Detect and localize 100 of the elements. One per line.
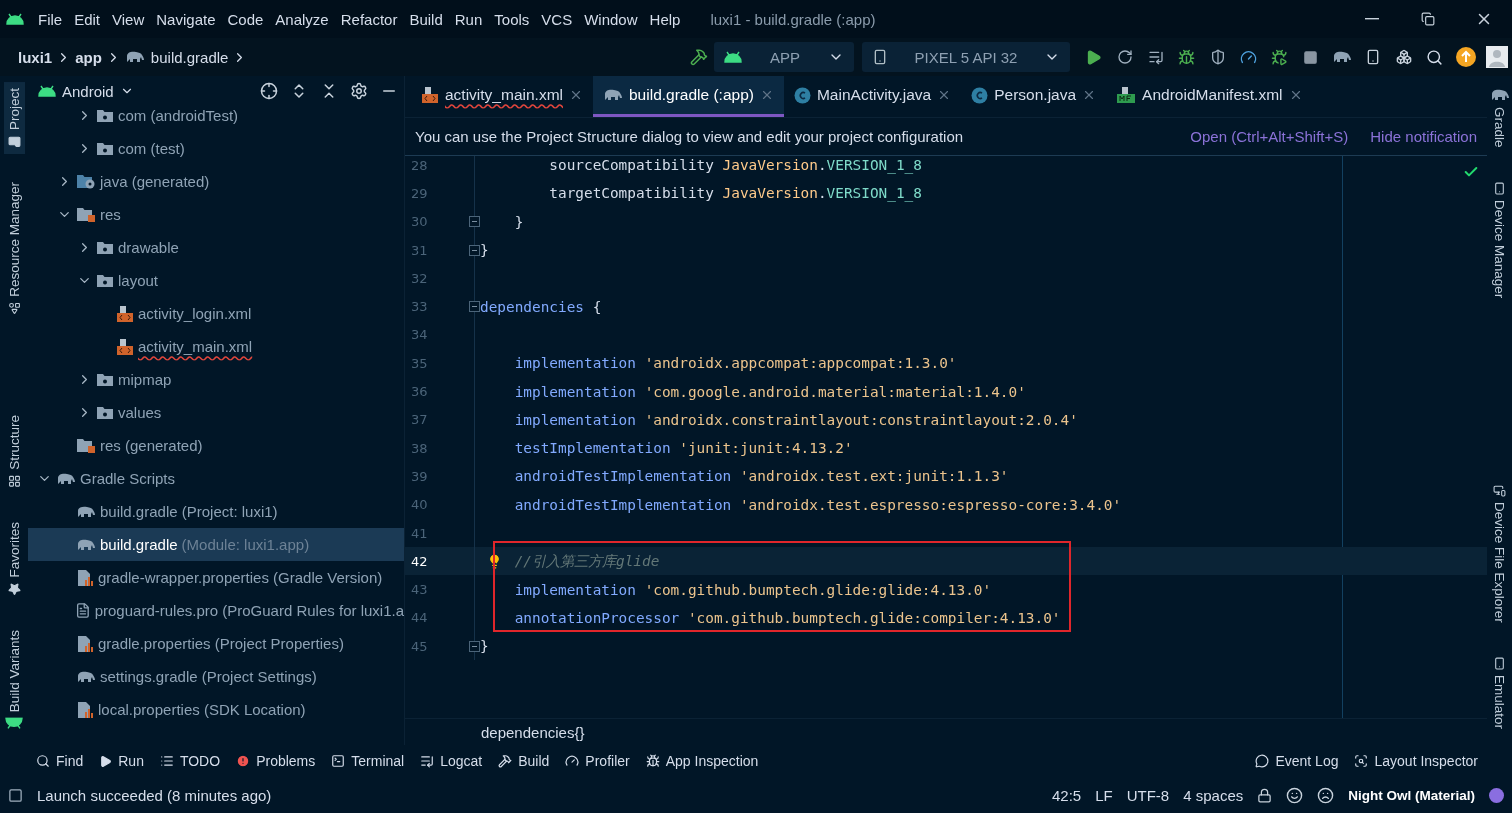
lock-icon[interactable] — [1257, 787, 1273, 803]
tree-item[interactable]: res — [28, 198, 404, 231]
breadcrumb[interactable]: build.gradle — [124, 48, 229, 66]
tree-item[interactable]: res (generated) — [28, 429, 404, 462]
tool-window-button[interactable]: Layout Inspector — [1354, 753, 1478, 769]
menu-item[interactable]: Window — [578, 10, 644, 28]
tree-item[interactable]: layout — [28, 264, 404, 297]
tool-window-tab[interactable]: Favorites — [3, 516, 25, 602]
tree-item[interactable]: java (generated) — [28, 165, 404, 198]
tool-window-tab[interactable]: Resource Manager — [3, 176, 25, 321]
menu-item[interactable]: Help — [643, 10, 687, 28]
tree-item[interactable]: Gradle Scripts — [28, 462, 404, 495]
theme-name[interactable]: Night Owl (Material) — [1348, 787, 1475, 803]
run-configuration-dropdown[interactable]: APP — [714, 42, 854, 72]
fold-marker-icon[interactable] — [469, 216, 480, 228]
tree-item[interactable]: values — [28, 396, 404, 429]
gauge-icon[interactable] — [1240, 48, 1257, 66]
tree-item[interactable]: build.gradle (Project: luxi1) — [28, 495, 404, 528]
file-encoding[interactable]: UTF-8 — [1126, 786, 1170, 804]
frown-icon[interactable] — [1317, 786, 1335, 804]
menu-item[interactable]: Refactor — [334, 10, 404, 28]
tool-window-button[interactable]: App Inspection — [645, 753, 759, 769]
tool-window-button[interactable]: Event Log — [1255, 753, 1339, 769]
menu-item[interactable]: Run — [448, 10, 489, 28]
device-dropdown[interactable]: PIXEL 5 API 32 — [862, 42, 1070, 72]
notification-link[interactable]: Hide notification — [1370, 128, 1477, 145]
fold-marker-icon[interactable] — [469, 301, 480, 313]
tool-window-button[interactable]: Run — [99, 753, 144, 769]
line-number: 30 — [410, 214, 429, 230]
tree-item[interactable]: gradle-wrapper.properties (Gradle Version) — [28, 561, 404, 594]
tree-item[interactable]: proguard-rules.pro (ProGuard Rules for luxi1.a — [28, 594, 404, 627]
tree-item[interactable]: mipmap — [28, 363, 404, 396]
tree-item[interactable]: drawable — [28, 231, 404, 264]
menu-item[interactable]: Code — [221, 10, 270, 28]
tree-item[interactable]: gradle.properties (Project Properties) — [28, 627, 404, 660]
tool-window-button[interactable]: Build — [498, 753, 550, 769]
search-icon[interactable] — [1426, 48, 1443, 66]
bug-icon[interactable] — [1178, 48, 1195, 66]
notification-link[interactable]: Open (Ctrl+Alt+Shift+S) — [1190, 128, 1349, 145]
tool-window-tab[interactable]: Device File Explorer — [1489, 478, 1510, 629]
menu-item[interactable]: Analyze — [269, 10, 335, 28]
breadcrumb[interactable]: luxi1 — [18, 48, 53, 66]
stop-icon[interactable] — [1303, 49, 1318, 65]
smile-icon[interactable] — [1286, 786, 1304, 804]
tool-window-button[interactable]: Problems — [236, 753, 316, 769]
tree-item[interactable]: com (test) — [28, 132, 404, 165]
tool-window-button[interactable]: Terminal — [331, 753, 405, 769]
tool-window-tab[interactable]: Project — [3, 82, 25, 155]
elephant-icon[interactable] — [1331, 50, 1352, 64]
rerun-icon[interactable] — [1116, 49, 1133, 65]
tool-window-button[interactable]: Profiler — [565, 753, 630, 769]
editor-tab[interactable]: MainActivity.java — [783, 76, 962, 117]
tool-window-button[interactable]: Logcat — [420, 753, 483, 769]
bug-icon[interactable] — [1271, 48, 1288, 66]
breadcrumb[interactable]: app — [75, 48, 102, 66]
shield-icon[interactable] — [1209, 49, 1226, 65]
settings-icon[interactable] — [350, 82, 368, 100]
lightbulb-icon[interactable] — [487, 553, 502, 569]
editor-tab[interactable]: Person.java — [961, 76, 1107, 117]
tree-item[interactable]: local.properties (SDK Location) — [28, 693, 404, 726]
tool-window-tab[interactable]: Emulator — [1489, 650, 1510, 735]
tool-window-tab[interactable]: Build Variants — [2, 623, 26, 735]
menu-item[interactable]: VCS — [535, 10, 579, 28]
tool-window-tab[interactable]: Device Manager — [1489, 175, 1510, 304]
close-icon[interactable] — [569, 88, 583, 102]
menu-item[interactable]: Build — [403, 10, 449, 28]
crosshair-icon[interactable] — [260, 82, 278, 100]
tree-item[interactable]: activity_login.xml — [28, 297, 404, 330]
tree-item[interactable]: build.gradle (Module: luxi1.app) — [28, 528, 404, 561]
tree-item[interactable]: settings.gradle (Project Settings) — [28, 660, 404, 693]
minimize-icon — [1365, 18, 1379, 20]
editor-tab[interactable]: activity_main.xml — [411, 76, 593, 117]
view-selector[interactable]: Android — [38, 82, 134, 100]
menu-item[interactable]: Tools — [488, 10, 536, 28]
fold-marker-icon[interactable] — [469, 640, 480, 652]
panel-toggle-icon[interactable] — [8, 787, 23, 803]
tool-window-tab[interactable]: Gradle — [1486, 82, 1512, 154]
tool-window-button[interactable]: TODO — [159, 753, 221, 769]
update-icon[interactable] — [1454, 46, 1477, 68]
tree-item[interactable]: com (androidTest) — [28, 99, 404, 132]
menu-item[interactable]: Navigate — [150, 10, 222, 28]
caret-position[interactable]: 42:5 — [1051, 786, 1082, 804]
line-separator[interactable]: LF — [1095, 786, 1113, 804]
tool-window-button[interactable]: Find — [36, 753, 84, 769]
hammer-icon[interactable] — [689, 48, 708, 66]
android-icon — [724, 51, 742, 63]
fold-marker-icon[interactable] — [469, 244, 480, 256]
editor-tab[interactable]: AndroidManifest.xml — [1106, 76, 1313, 117]
avatar-icon[interactable] — [1485, 46, 1508, 68]
tool-window-tab[interactable]: Structure — [3, 409, 25, 495]
boxes-icon[interactable] — [1395, 49, 1412, 65]
tree-item[interactable]: activity_main.xml — [28, 330, 404, 363]
list-icon[interactable] — [1147, 49, 1164, 65]
indent-setting[interactable]: 4 spaces — [1183, 786, 1244, 804]
menu-item[interactable]: Edit — [68, 10, 107, 28]
menu-item[interactable]: View — [106, 10, 151, 28]
run-icon[interactable] — [1085, 48, 1102, 66]
editor-tab[interactable]: build.gradle (:app) — [593, 76, 784, 117]
menu-item[interactable]: File — [32, 10, 69, 28]
code-breadcrumb[interactable]: dependencies{} — [481, 723, 585, 741]
